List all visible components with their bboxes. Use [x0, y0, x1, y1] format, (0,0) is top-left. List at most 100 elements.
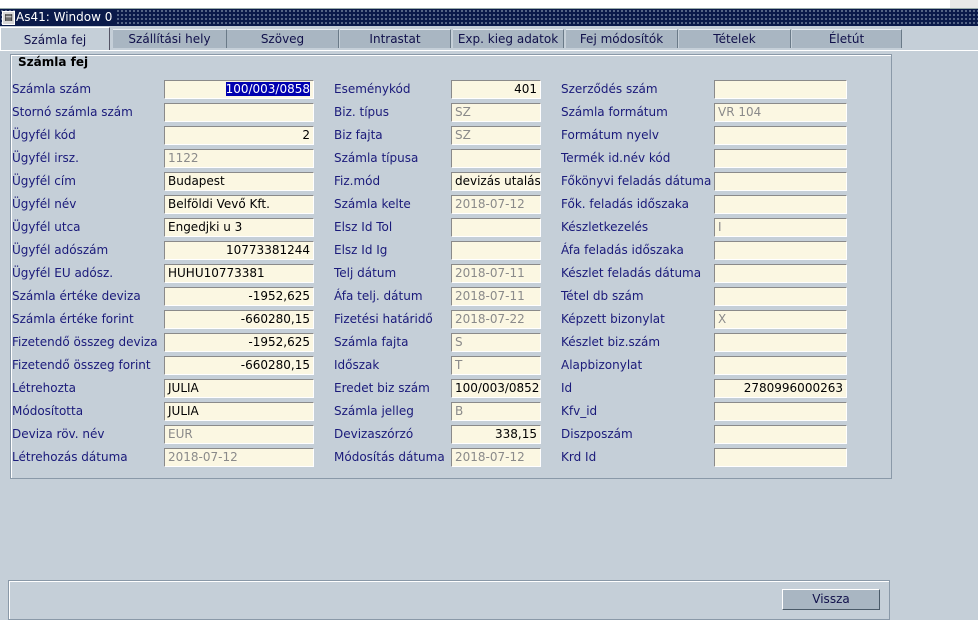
col1-field-8[interactable]: HUHU10773381 [164, 264, 314, 283]
col2-label-3: Számla típusa [334, 151, 419, 165]
col1-field-11[interactable]: -1952,625 [164, 333, 314, 352]
col1-field-13[interactable]: JULIA [164, 379, 314, 398]
col2-field-13[interactable]: 100/003/0852 [451, 379, 541, 398]
col1-label-3: Ügyfél irsz. [12, 151, 79, 165]
col1-label-12: Fizetendő összeg forint [12, 358, 151, 372]
col2-label-11: Számla fajta [334, 335, 409, 349]
col1-label-11: Fizetendő összeg deviza [12, 335, 158, 349]
tab-3[interactable]: Szöveg [227, 29, 339, 48]
tab-5[interactable]: Exp. kieg adatok [453, 29, 564, 48]
col3-label-7: Áfa feladás időszaka [561, 243, 684, 257]
window-title: As41: Window 0 [16, 9, 117, 26]
tab-1[interactable]: Számla fej [0, 27, 110, 50]
col3-field-15[interactable] [714, 425, 847, 444]
col2-field-10[interactable]: 2018-07-22 [451, 310, 541, 329]
col3-field-12[interactable] [714, 356, 847, 375]
col1-field-4[interactable]: Budapest [164, 172, 314, 191]
col2-label-14: Számla jelleg [334, 404, 414, 418]
col3-label-15: Diszposzám [561, 427, 633, 441]
col3-field-5[interactable] [714, 195, 847, 214]
col3-label-8: Készlet feladás dátuma [561, 266, 702, 280]
col1-field-1[interactable] [164, 103, 314, 122]
col3-field-1[interactable]: VR 104 [714, 103, 847, 122]
col1-field-7[interactable]: 10773381244 [164, 241, 314, 260]
col2-field-6[interactable] [451, 218, 541, 237]
col2-label-0: Eseménykód [334, 82, 411, 96]
col2-field-4[interactable]: devizás utalás [451, 172, 541, 191]
col3-label-4: Főkönyvi feladás dátuma [561, 174, 712, 188]
col3-label-11: Készlet biz.szám [561, 335, 661, 349]
col3-label-5: Fők. feladás időszaka [561, 197, 690, 211]
col1-field-6[interactable]: Engedjki u 3 [164, 218, 314, 237]
col3-field-13[interactable]: 2780996000263 [714, 379, 847, 398]
col1-field-9[interactable]: -1952,625 [164, 287, 314, 306]
col1-field-5[interactable]: Belföldi Vevő Kft. [164, 195, 314, 214]
col1-field-16[interactable]: 2018-07-12 [164, 448, 314, 467]
col3-field-3[interactable] [714, 149, 847, 168]
col3-label-3: Termék id.név kód [561, 151, 671, 165]
col2-field-15[interactable]: 338,15 [451, 425, 541, 444]
col1-label-13: Létrehozta [12, 381, 76, 395]
col3-label-12: Alapbizonylat [561, 358, 643, 372]
col3-field-14[interactable] [714, 402, 847, 421]
col3-label-6: Készletkezelés [561, 220, 649, 234]
col2-field-3[interactable] [451, 149, 541, 168]
col1-label-1: Stornó számla szám [12, 105, 133, 119]
col2-label-15: Devizaszórzó [334, 427, 414, 441]
col2-field-5[interactable]: 2018-07-12 [451, 195, 541, 214]
col3-field-10[interactable]: X [714, 310, 847, 329]
col1-field-14[interactable]: JULIA [164, 402, 314, 421]
col3-field-16[interactable] [714, 448, 847, 467]
col3-label-16: Krd Id [561, 450, 597, 464]
back-button[interactable]: Vissza [782, 589, 880, 610]
tab-7[interactable]: Tételek [679, 29, 791, 48]
col1-field-15[interactable]: EUR [164, 425, 314, 444]
col3-field-7[interactable] [714, 241, 847, 260]
col3-field-8[interactable] [714, 264, 847, 283]
col3-field-11[interactable] [714, 333, 847, 352]
col2-field-12[interactable]: T [451, 356, 541, 375]
col2-field-9[interactable]: 2018-07-11 [451, 287, 541, 306]
top-strip [0, 0, 978, 9]
tab-4[interactable]: Intrastat [340, 29, 451, 48]
col3-field-2[interactable] [714, 126, 847, 145]
col1-field-2[interactable]: 2 [164, 126, 314, 145]
col3-label-9: Tétel db szám [561, 289, 644, 303]
col3-label-2: Formátum nyelv [561, 128, 659, 142]
app-icon: ▤ [2, 11, 15, 25]
col1-label-8: Ügyfél EU adósz. [12, 266, 114, 280]
col1-label-0: Számla szám [12, 82, 92, 96]
col3-field-6[interactable]: I [714, 218, 847, 237]
col2-field-8[interactable]: 2018-07-11 [451, 264, 541, 283]
col1-label-4: Ügyfél cím [12, 174, 76, 188]
col3-field-4[interactable] [714, 172, 847, 191]
col2-field-0[interactable]: 401 [451, 80, 541, 99]
col2-field-11[interactable]: S [451, 333, 541, 352]
bottom-bar [8, 580, 890, 620]
tab-6[interactable]: Fej módosítók [566, 29, 678, 48]
col3-field-9[interactable] [714, 287, 847, 306]
col1-field-3[interactable]: 1122 [164, 149, 314, 168]
col2-field-14[interactable]: B [451, 402, 541, 421]
col2-field-1[interactable]: SZ [451, 103, 541, 122]
col2-label-6: Elsz Id Tol [334, 220, 393, 234]
col2-label-16: Módosítás dátuma [334, 450, 445, 464]
tab-divider [0, 50, 978, 51]
col2-label-4: Fiz.mód [334, 174, 381, 188]
col2-label-9: Áfa telj. dátum [334, 289, 423, 303]
col3-label-14: Kfv_id [561, 404, 598, 418]
col2-field-16[interactable]: 2018-07-12 [451, 448, 541, 467]
col1-field-12[interactable]: -660280,15 [164, 356, 314, 375]
col1-field-10[interactable]: -660280,15 [164, 310, 314, 329]
col3-label-0: Szerződés szám [561, 82, 658, 96]
col2-label-12: Időszak [334, 358, 380, 372]
col3-label-10: Képzett bizonylat [561, 312, 665, 326]
col1-field-0[interactable]: 100/003/0858 [164, 80, 314, 99]
selected-text: 100/003/0858 [225, 82, 310, 96]
col2-field-7[interactable] [451, 241, 541, 260]
col3-label-13: Id [561, 381, 573, 395]
tab-8[interactable]: Életút [792, 29, 902, 48]
tab-2[interactable]: Szállítási hely [113, 29, 227, 48]
col2-field-2[interactable]: SZ [451, 126, 541, 145]
col3-field-0[interactable] [714, 80, 847, 99]
